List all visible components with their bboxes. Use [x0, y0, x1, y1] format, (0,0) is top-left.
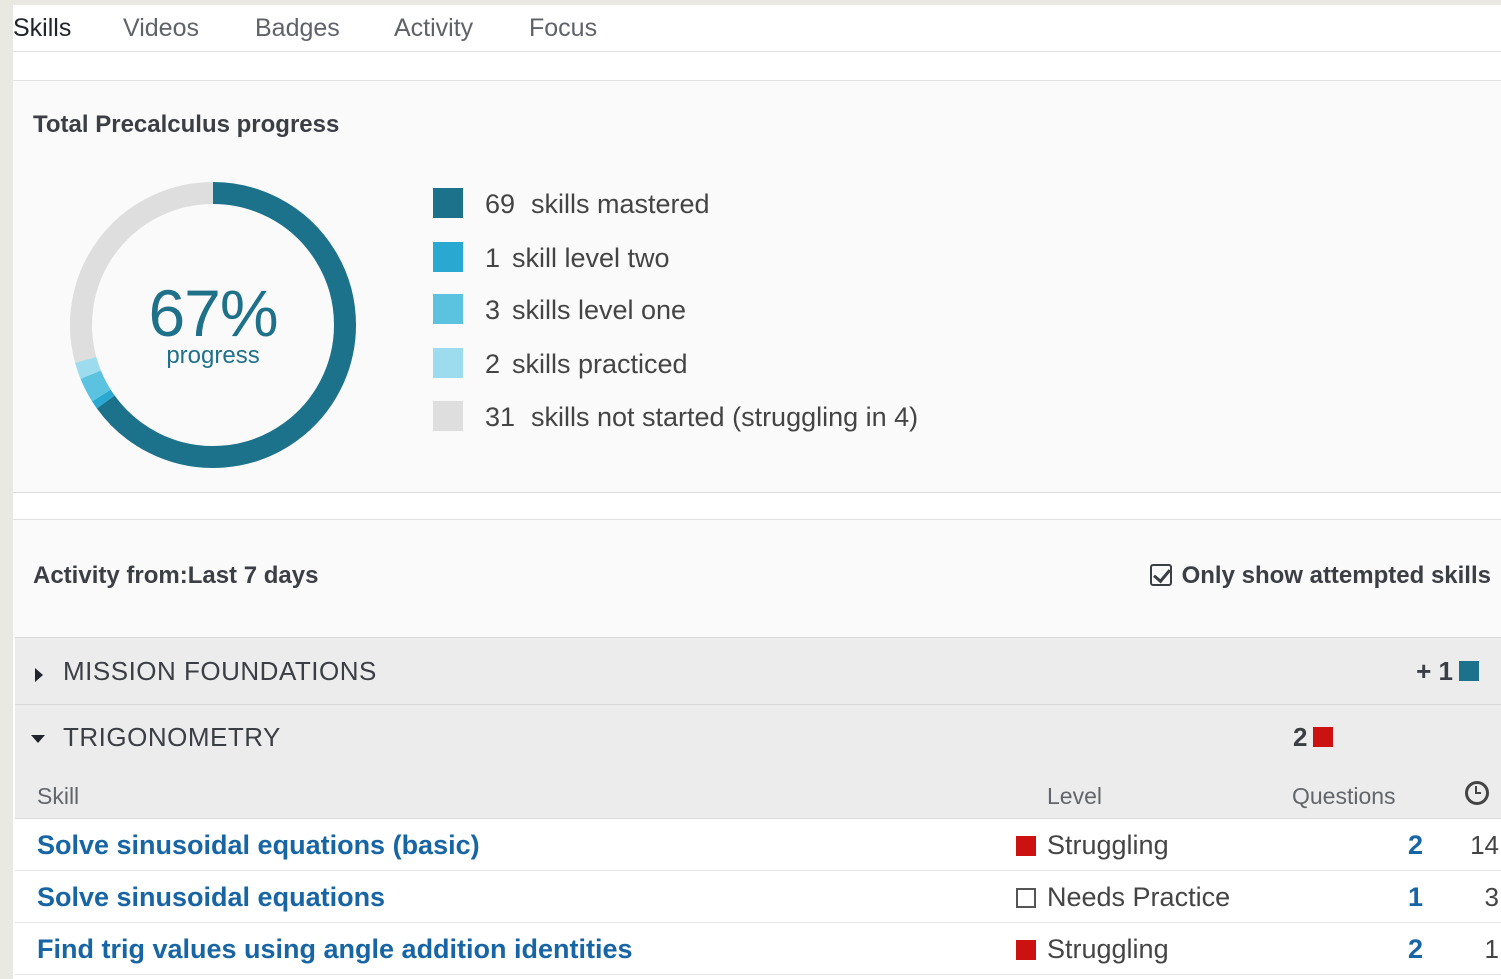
legend-count: 3: [485, 295, 501, 325]
mastered-square-icon: [1459, 661, 1479, 681]
progress-percent: 67%: [148, 276, 278, 350]
donut-segment: [92, 389, 115, 409]
level-square-icon: [1016, 836, 1036, 856]
donut-center: 67% progress: [73, 280, 353, 370]
legend-swatch: [433, 242, 463, 272]
unit-title: TRIGONOMETRY: [63, 722, 281, 752]
legend-text: skills not started (struggling in 4): [531, 402, 919, 432]
questions-count[interactable]: 2: [1408, 934, 1423, 965]
tab-badges[interactable]: Badges: [255, 14, 340, 43]
only-attempted-label: Only show attempted skills: [1181, 562, 1491, 589]
questions-count[interactable]: 2: [1408, 830, 1423, 861]
legend-item-not-started: 31 skills not started (struggling in 4): [433, 401, 1033, 432]
progress-title: Total Precalculus progress: [33, 111, 340, 138]
legend-swatch: [433, 188, 463, 218]
legend-swatch: [433, 294, 463, 324]
legend-count: 1: [485, 243, 501, 273]
tab-activity[interactable]: Activity: [394, 14, 473, 43]
skill-link[interactable]: Find trig values using angle addition id…: [37, 934, 633, 965]
donut-segment: [80, 370, 111, 402]
legend-swatch: [433, 401, 463, 431]
legend-item-mastered: 69 skills mastered: [433, 188, 1033, 219]
legend-text: skills level one: [512, 295, 687, 325]
col-header-questions[interactable]: Questions: [1292, 783, 1396, 810]
table-row: Solve sinusoidal equations (basic) Strug…: [15, 819, 1501, 871]
tab-videos[interactable]: Videos: [123, 14, 199, 43]
unit-row-trigonometry[interactable]: TRIGONOMETRY 2: [15, 704, 1501, 771]
tab-focus[interactable]: Focus: [529, 14, 597, 43]
level-square-icon: [1016, 888, 1036, 908]
level-square-icon: [1016, 940, 1036, 960]
legend-count: 69: [485, 189, 516, 219]
skills-table-header: Skill Level Questions: [15, 770, 1501, 819]
checkbox-checked-icon[interactable]: [1149, 564, 1172, 586]
unit-stat-value: + 1: [1416, 656, 1453, 686]
skill-link[interactable]: Solve sinusoidal equations: [37, 882, 385, 913]
only-attempted-toggle[interactable]: Only show attempted skills: [1149, 562, 1491, 590]
level-text: Struggling: [1047, 934, 1169, 964]
activity-panel: Activity from:Last 7 days Only show atte…: [13, 519, 1501, 638]
legend-count: 2: [485, 349, 501, 379]
legend-swatch: [433, 348, 463, 378]
col-header-skill[interactable]: Skill: [37, 783, 79, 810]
unit-stat: + 1: [1416, 656, 1479, 687]
clock-icon[interactable]: [1465, 781, 1489, 805]
legend-item-practiced: 2 skills practiced: [433, 348, 1033, 379]
legend-count: 31: [485, 402, 516, 432]
legend-text: skills practiced: [512, 349, 688, 379]
unit-row-mission-foundations[interactable]: MISSION FOUNDATIONS + 1: [15, 637, 1501, 705]
activity-range-label[interactable]: Activity from:Last 7 days: [33, 562, 318, 590]
level-text: Struggling: [1047, 830, 1169, 860]
table-row: Solve sinusoidal equations Needs Practic…: [15, 871, 1501, 923]
unit-title: MISSION FOUNDATIONS: [63, 656, 377, 686]
unit-stat: 2: [1293, 722, 1334, 753]
legend-item-level-one: 3 skills level one: [433, 294, 1033, 325]
time-count: 14: [1470, 830, 1499, 860]
struggling-square-icon: [1313, 727, 1334, 747]
caret-down-icon[interactable]: [31, 735, 45, 743]
unit-stat-value: 2: [1293, 722, 1308, 752]
level-text: Needs Practice: [1047, 882, 1231, 912]
questions-count[interactable]: 1: [1408, 882, 1423, 913]
caret-right-icon[interactable]: [35, 668, 43, 682]
skill-link[interactable]: Solve sinusoidal equations (basic): [37, 830, 480, 861]
table-row: Find trig values using angle addition id…: [15, 923, 1501, 975]
legend-item-level-two: 1 skill level two: [433, 242, 1033, 273]
legend-text: skills mastered: [531, 189, 710, 219]
page: Skills Videos Badges Activity Focus Tota…: [13, 5, 1501, 979]
time-count: 1: [1484, 934, 1499, 964]
legend-text: skill level two: [512, 243, 670, 273]
progress-percent-label: progress: [166, 342, 260, 369]
tab-bar: Skills Videos Badges Activity Focus: [13, 5, 1501, 52]
col-header-level[interactable]: Level: [1047, 783, 1102, 810]
time-count: 3: [1484, 882, 1499, 912]
tab-skills[interactable]: Skills: [13, 14, 71, 43]
